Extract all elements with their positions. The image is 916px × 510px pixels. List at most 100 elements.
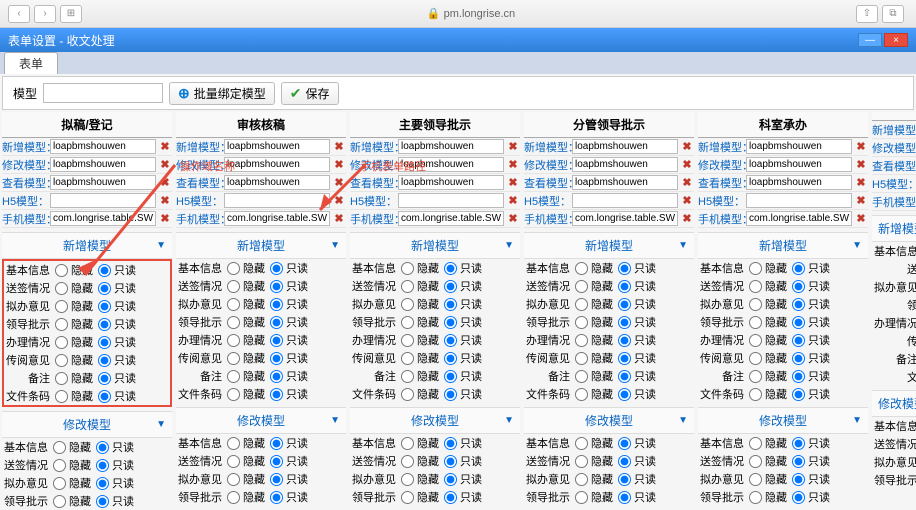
model-row-input[interactable]	[224, 193, 330, 208]
readonly-radio[interactable]	[792, 298, 805, 311]
tabs-button[interactable]: ⧉	[882, 5, 904, 23]
model-row-input[interactable]	[572, 139, 678, 154]
hide-radio[interactable]	[749, 316, 762, 329]
collapse-icon[interactable]: ▼	[330, 415, 340, 426]
delete-icon[interactable]: ✖	[332, 140, 346, 154]
tab-form[interactable]: 表单	[4, 52, 58, 74]
readonly-radio[interactable]	[792, 334, 805, 347]
delete-icon[interactable]: ✖	[680, 158, 694, 172]
hide-radio[interactable]	[401, 280, 414, 293]
readonly-radio[interactable]	[96, 477, 109, 490]
model-row-input[interactable]	[398, 175, 504, 190]
hide-radio[interactable]	[401, 473, 414, 486]
section-edit-header[interactable]: 修改模型▼	[524, 407, 694, 434]
collapse-icon[interactable]: ▼	[678, 240, 688, 251]
hide-radio[interactable]	[401, 298, 414, 311]
model-row-input[interactable]	[398, 139, 504, 154]
hide-radio[interactable]	[749, 370, 762, 383]
hide-radio[interactable]	[227, 262, 240, 275]
hide-radio[interactable]	[53, 477, 66, 490]
hide-radio[interactable]	[227, 455, 240, 468]
collapse-icon[interactable]: ▼	[330, 240, 340, 251]
hide-radio[interactable]	[53, 459, 66, 472]
readonly-radio[interactable]	[444, 334, 457, 347]
hide-radio[interactable]	[575, 388, 588, 401]
hide-radio[interactable]	[227, 298, 240, 311]
readonly-radio[interactable]	[270, 316, 283, 329]
hide-radio[interactable]	[401, 455, 414, 468]
hide-radio[interactable]	[401, 388, 414, 401]
hide-radio[interactable]	[749, 262, 762, 275]
delete-icon[interactable]: ✖	[506, 140, 520, 154]
model-row-input[interactable]	[50, 157, 156, 172]
readonly-radio[interactable]	[270, 298, 283, 311]
hide-radio[interactable]	[401, 491, 414, 504]
readonly-radio[interactable]	[618, 437, 631, 450]
bind-button[interactable]: ⊕批量绑定模型	[169, 82, 275, 105]
hide-radio[interactable]	[53, 495, 66, 508]
model-row-input[interactable]	[224, 175, 330, 190]
readonly-radio[interactable]	[792, 455, 805, 468]
hide-radio[interactable]	[401, 437, 414, 450]
section-new-header[interactable]: 新增模型▼	[872, 215, 916, 242]
model-row-input[interactable]	[572, 175, 678, 190]
section-edit-header[interactable]: 修改模型▼	[872, 390, 916, 417]
model-row-input[interactable]	[746, 175, 852, 190]
section-new-header[interactable]: 新增模型▼	[2, 232, 172, 259]
delete-icon[interactable]: ✖	[854, 176, 868, 190]
delete-icon[interactable]: ✖	[332, 212, 346, 226]
hide-radio[interactable]	[749, 298, 762, 311]
hide-radio[interactable]	[55, 336, 68, 349]
collapse-icon[interactable]: ▼	[678, 415, 688, 426]
hide-radio[interactable]	[749, 280, 762, 293]
readonly-radio[interactable]	[444, 370, 457, 383]
readonly-radio[interactable]	[792, 388, 805, 401]
hide-radio[interactable]	[749, 388, 762, 401]
hide-radio[interactable]	[401, 262, 414, 275]
hide-radio[interactable]	[55, 300, 68, 313]
readonly-radio[interactable]	[98, 354, 111, 367]
model-row-input[interactable]	[50, 139, 156, 154]
readonly-radio[interactable]	[444, 298, 457, 311]
hide-radio[interactable]	[575, 280, 588, 293]
hide-radio[interactable]	[227, 370, 240, 383]
section-new-header[interactable]: 新增模型▼	[698, 232, 868, 259]
delete-icon[interactable]: ✖	[680, 212, 694, 226]
grid-button[interactable]: ⊞	[60, 5, 82, 23]
readonly-radio[interactable]	[618, 334, 631, 347]
hide-radio[interactable]	[749, 473, 762, 486]
readonly-radio[interactable]	[270, 455, 283, 468]
delete-icon[interactable]: ✖	[506, 194, 520, 208]
hide-radio[interactable]	[55, 372, 68, 385]
model-row-input[interactable]	[50, 193, 156, 208]
share-button[interactable]: ⇧	[856, 5, 878, 23]
hide-radio[interactable]	[575, 455, 588, 468]
hide-radio[interactable]	[401, 352, 414, 365]
url-bar[interactable]: 🔒 pm.longrise.cn	[86, 7, 856, 20]
readonly-radio[interactable]	[270, 491, 283, 504]
readonly-radio[interactable]	[98, 264, 111, 277]
hide-radio[interactable]	[55, 264, 68, 277]
hide-radio[interactable]	[749, 437, 762, 450]
hide-radio[interactable]	[749, 352, 762, 365]
readonly-radio[interactable]	[792, 437, 805, 450]
readonly-radio[interactable]	[444, 352, 457, 365]
section-edit-header[interactable]: 修改模型▼	[176, 407, 346, 434]
delete-icon[interactable]: ✖	[680, 140, 694, 154]
hide-radio[interactable]	[575, 437, 588, 450]
minimize-button[interactable]: —	[858, 33, 882, 47]
readonly-radio[interactable]	[98, 282, 111, 295]
readonly-radio[interactable]	[444, 455, 457, 468]
hide-radio[interactable]	[575, 262, 588, 275]
model-row-input[interactable]	[224, 139, 330, 154]
delete-icon[interactable]: ✖	[332, 158, 346, 172]
hide-radio[interactable]	[575, 298, 588, 311]
model-row-input[interactable]	[746, 157, 852, 172]
readonly-radio[interactable]	[792, 316, 805, 329]
hide-radio[interactable]	[575, 352, 588, 365]
model-input[interactable]	[43, 83, 163, 103]
hide-radio[interactable]	[55, 282, 68, 295]
readonly-radio[interactable]	[270, 262, 283, 275]
readonly-radio[interactable]	[792, 352, 805, 365]
delete-icon[interactable]: ✖	[854, 194, 868, 208]
